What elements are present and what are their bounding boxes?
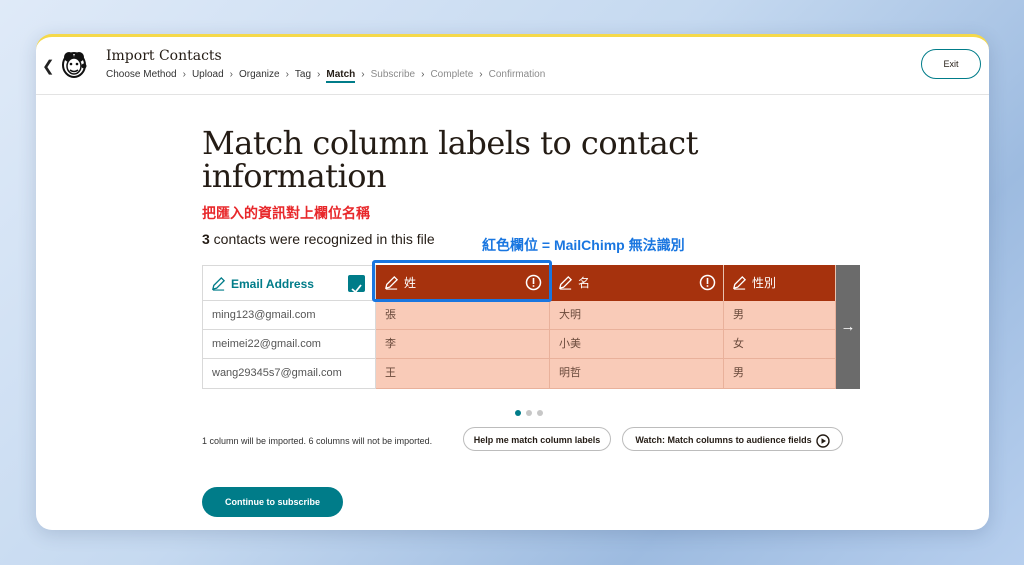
alert-circle-icon <box>525 274 542 291</box>
annotation-red: 把匯入的資訊對上欄位名稱 <box>202 205 370 221</box>
chevron-right-icon: › <box>285 69 289 80</box>
table-cell: 男 <box>724 301 836 330</box>
pagination-dot[interactable] <box>526 410 532 416</box>
column-header-label: 性別 <box>752 276 777 290</box>
column-header-surname[interactable]: 姓 <box>376 265 550 301</box>
table-cell: 男 <box>724 359 836 389</box>
chevron-left-icon[interactable]: ❮ <box>42 57 55 75</box>
breadcrumb-confirmation: Confirmation <box>488 69 546 80</box>
import-summary: 1 column will be imported. 6 columns wil… <box>202 436 433 446</box>
continue-button[interactable]: Continue to subscribe <box>202 487 343 517</box>
column-header-given-name[interactable]: 名 <box>550 265 724 301</box>
chevron-right-icon: › <box>421 69 425 80</box>
import-window: ❮ Import Contacts Choose Method › Upload › O… <box>36 34 989 530</box>
recognized-summary: 3 contacts were recognized in this file <box>202 231 435 247</box>
next-columns-button[interactable]: → <box>836 265 860 389</box>
table-cell: ming123@gmail.com <box>202 301 376 330</box>
page-title: Match column labels to contact informati… <box>202 124 698 195</box>
watch-video-label: Watch: Match columns to audience fields <box>635 435 812 445</box>
chevron-right-icon: › <box>229 69 233 80</box>
table-cell: 張 <box>376 301 550 330</box>
chevron-right-icon: › <box>361 69 365 80</box>
watch-video-button[interactable]: Watch: Match columns to audience fields <box>622 427 843 451</box>
breadcrumb-match: Match <box>326 69 356 83</box>
breadcrumb: Choose Method › Upload › Organize › Tag › Match ›… <box>106 69 545 83</box>
header: ❮ Import Contacts Choose Method › Upload › O… <box>36 37 989 95</box>
column-header-email[interactable]: Email Address <box>202 265 376 301</box>
table-cell: 女 <box>724 330 836 359</box>
table-cell: 大明 <box>550 301 724 330</box>
column-header-label: 名 <box>578 276 591 290</box>
play-circle-icon <box>815 433 830 448</box>
checkbox-checked-icon[interactable] <box>348 275 365 294</box>
pencil-icon[interactable] <box>384 275 399 290</box>
breadcrumb-upload[interactable]: Upload <box>192 69 224 80</box>
chevron-right-icon: › <box>479 69 483 80</box>
table-cell: 王 <box>376 359 550 389</box>
help-match-button[interactable]: Help me match column labels <box>463 427 611 451</box>
chevron-right-icon: › <box>182 69 186 80</box>
table-cell: meimei22@gmail.com <box>202 330 376 359</box>
recognized-count: 3 <box>202 231 210 247</box>
exit-button[interactable]: Exit <box>921 49 981 79</box>
arrow-right-icon: → <box>840 318 856 335</box>
table-cell: 李 <box>376 330 550 359</box>
column-header-gender[interactable]: 性別 <box>724 265 836 301</box>
column-header-label: Email Address <box>231 277 314 291</box>
breadcrumb-tag[interactable]: Tag <box>295 69 311 80</box>
column-header-label: 姓 <box>404 276 417 290</box>
annotation-blue: 紅色欄位 = MailChimp 無法識別 <box>482 237 685 253</box>
breadcrumb-complete: Complete <box>430 69 474 80</box>
pagination-dot[interactable] <box>537 410 543 416</box>
table-cell: 明哲 <box>550 359 724 389</box>
mailchimp-logo-icon <box>62 52 87 78</box>
table-cell: 小美 <box>550 330 724 359</box>
chevron-right-icon: › <box>317 69 321 80</box>
pencil-icon[interactable] <box>732 275 747 290</box>
recognized-text: contacts were recognized in this file <box>209 231 435 247</box>
pagination-dots <box>515 403 548 421</box>
pencil-icon[interactable] <box>211 276 226 291</box>
breadcrumb-subscribe: Subscribe <box>370 69 416 80</box>
table-cell: wang29345s7@gmail.com <box>202 359 376 389</box>
pagination-dot[interactable] <box>515 410 521 416</box>
alert-circle-icon <box>699 274 716 291</box>
breadcrumb-organize[interactable]: Organize <box>239 69 280 80</box>
page-header-title: Import Contacts <box>106 48 222 64</box>
breadcrumb-choose-method[interactable]: Choose Method <box>106 69 177 80</box>
pencil-icon[interactable] <box>558 275 573 290</box>
